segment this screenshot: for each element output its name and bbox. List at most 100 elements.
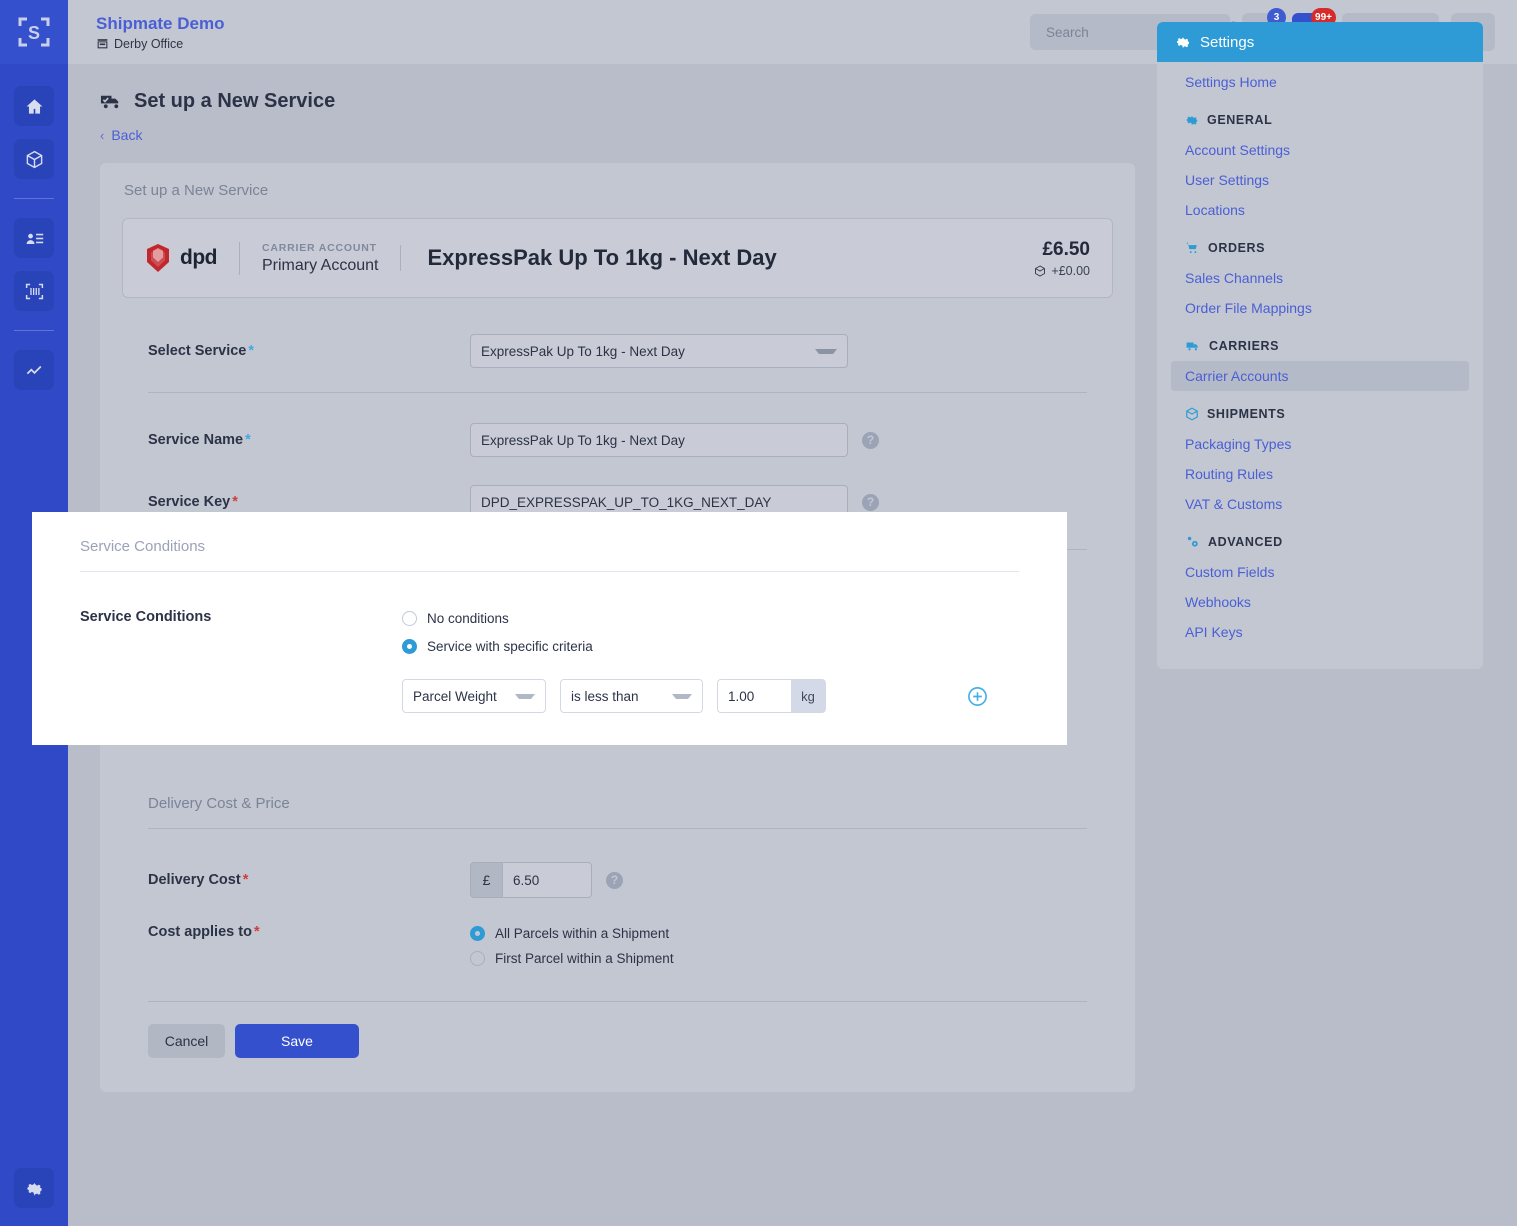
delivery-cost-label: Delivery Cost *	[148, 872, 249, 888]
account-name[interactable]: Shipmate Demo	[96, 14, 224, 34]
sidebar-item-user-settings[interactable]: User Settings	[1157, 165, 1483, 195]
add-condition-button[interactable]	[966, 685, 989, 708]
rail-item-settings[interactable]	[14, 1168, 54, 1208]
radio-no-conditions[interactable]: No conditions	[402, 606, 989, 631]
dpd-logo-icon	[147, 244, 169, 272]
currency-prefix: £	[470, 862, 502, 898]
radio-specific-criteria[interactable]: Service with specific criteria	[402, 634, 989, 659]
criteria-value-field[interactable]: 1.00 kg	[717, 679, 826, 713]
service-banner: dpd CARRIER ACCOUNT Primary Account Expr…	[122, 218, 1113, 298]
question-circle-icon[interactable]: ?	[862, 493, 879, 511]
radio-label: Service with specific criteria	[427, 639, 593, 654]
question-circle-icon[interactable]: ?	[606, 871, 623, 889]
radio-first-parcel[interactable]: First Parcel within a Shipment	[470, 946, 674, 971]
package-icon	[26, 150, 42, 168]
settings-group-title: SHIPMENTS	[1207, 407, 1286, 421]
sidebar-item-locations[interactable]: Locations	[1157, 195, 1483, 225]
criteria-field-dropdown[interactable]: Parcel Weight	[402, 679, 546, 713]
radio-all-parcels[interactable]: All Parcels within a Shipment	[470, 921, 674, 946]
home-icon	[26, 98, 42, 114]
service-surcharge-row: +£0.00	[1034, 264, 1090, 278]
select-service-dropdown[interactable]: ExpressPak Up To 1kg - Next Day	[470, 334, 848, 368]
sidebar-item-order-file-mappings[interactable]: Order File Mappings	[1157, 293, 1483, 323]
service-price-block: £6.50 +£0.00	[1034, 239, 1090, 278]
svg-text:S: S	[28, 23, 40, 43]
carrier-account-name: Primary Account	[261, 256, 379, 274]
save-button[interactable]: Save	[235, 1024, 359, 1058]
office-label: Derby Office	[114, 36, 184, 51]
criteria-field-value: Parcel Weight	[413, 688, 497, 704]
settings-group-orders: ORDERS	[1157, 225, 1483, 263]
service-key-value: DPD_EXPRESSPAK_UP_TO_1KG_NEXT_DAY	[481, 494, 772, 510]
sidebar-item-webhooks[interactable]: Webhooks	[1157, 587, 1483, 617]
service-conditions-spotlight: Service Conditions Service Conditions No…	[32, 512, 1067, 745]
delivery-cost-value[interactable]: 6.50	[502, 862, 592, 898]
settings-group-general: GENERAL	[1157, 97, 1483, 135]
delivery-cost-field[interactable]: £ 6.50	[470, 862, 592, 898]
app-logo[interactable]: S	[0, 0, 68, 64]
package-icon	[1186, 407, 1198, 421]
sidebar-item-settings-home[interactable]: Settings Home	[1157, 62, 1483, 97]
required-asterisk: *	[253, 924, 260, 940]
settings-panel-header: Settings	[1157, 22, 1483, 62]
chevron-down-icon	[515, 693, 535, 699]
settings-gears-icon	[1187, 536, 1198, 547]
sidebar-item-account-settings[interactable]: Account Settings	[1157, 135, 1483, 165]
row-service-name: Service Name * ExpressPak Up To 1kg - Nex…	[148, 417, 1087, 463]
criteria-unit: kg	[791, 680, 825, 712]
carrier-logo: dpd	[145, 243, 239, 273]
service-conditions-section-title: Service Conditions	[80, 538, 206, 555]
service-name-label: Service Name *	[148, 432, 251, 448]
truck-check-icon	[100, 95, 119, 109]
sidebar-item-api-keys[interactable]: API Keys	[1157, 617, 1483, 647]
radio-indicator	[402, 639, 417, 654]
rail-item-addresses[interactable]	[14, 218, 54, 258]
back-label: Back	[111, 127, 143, 143]
service-key-label: Service Key *	[148, 494, 238, 510]
brand-block: Shipmate Demo Derby Office	[96, 14, 224, 51]
carrier-account-block: CARRIER ACCOUNT Primary Account	[238, 241, 400, 275]
barcode-scan-icon	[25, 283, 43, 299]
plus-circle-icon	[968, 686, 987, 706]
cost-applies-to-label: Cost applies to *	[148, 924, 260, 940]
card-header-title: Set up a New Service	[124, 182, 269, 199]
chevron-left-icon: ‹	[100, 127, 105, 143]
gear-icon	[26, 1182, 42, 1196]
cancel-button[interactable]: Cancel	[148, 1024, 225, 1058]
radio-label: First Parcel within a Shipment	[495, 951, 674, 966]
gear-icon	[1177, 37, 1189, 48]
sidebar-item-routing-rules[interactable]: Routing Rules	[1157, 459, 1483, 489]
service-name-input[interactable]: ExpressPak Up To 1kg - Next Day	[470, 423, 848, 457]
radio-label: All Parcels within a Shipment	[495, 926, 670, 941]
sidebar-item-vat-customs[interactable]: VAT & Customs	[1157, 489, 1483, 519]
service-banner-title: ExpressPak Up To 1kg - Next Day	[400, 245, 777, 271]
service-conditions-label: Service Conditions	[80, 609, 212, 625]
question-circle-icon[interactable]: ?	[862, 431, 879, 449]
rail-item-shipments[interactable]	[14, 139, 54, 179]
row-cost-applies-to: Cost applies to * All Parcels within a Sh…	[148, 921, 1087, 971]
rail-item-home[interactable]	[14, 86, 54, 126]
row-delivery-cost: Delivery Cost * £ 6.50 ?	[148, 857, 1087, 903]
chevron-down-icon	[672, 693, 692, 699]
criteria-row: Parcel Weight is less than 1.00 kg	[402, 679, 989, 713]
row-service-conditions: Service Conditions No conditions Service…	[80, 606, 1019, 713]
sidebar-item-carrier-accounts[interactable]: Carrier Accounts	[1171, 361, 1469, 391]
settings-group-title: GENERAL	[1207, 113, 1273, 127]
truck-icon	[1186, 342, 1198, 351]
criteria-operator-dropdown[interactable]: is less than	[560, 679, 703, 713]
rail-item-scan[interactable]	[14, 271, 54, 311]
settings-panel: Settings Settings Home GENERAL Account S…	[1157, 22, 1483, 669]
sidebar-item-packaging-types[interactable]: Packaging Types	[1157, 429, 1483, 459]
radio-label: No conditions	[427, 611, 509, 626]
gear-icon	[1186, 115, 1198, 126]
rail-item-reports[interactable]	[14, 350, 54, 390]
sidebar-item-custom-fields[interactable]: Custom Fields	[1157, 557, 1483, 587]
shipmate-scan-logo-icon: S	[18, 17, 50, 47]
package-icon	[1035, 264, 1046, 277]
criteria-value[interactable]: 1.00	[718, 680, 791, 712]
select-service-value: ExpressPak Up To 1kg - Next Day	[481, 343, 685, 359]
settings-group-advanced: ADVANCED	[1157, 519, 1483, 557]
sidebar-item-sales-channels[interactable]: Sales Channels	[1157, 263, 1483, 293]
form-divider	[148, 1001, 1087, 1002]
section-divider	[80, 571, 1019, 572]
